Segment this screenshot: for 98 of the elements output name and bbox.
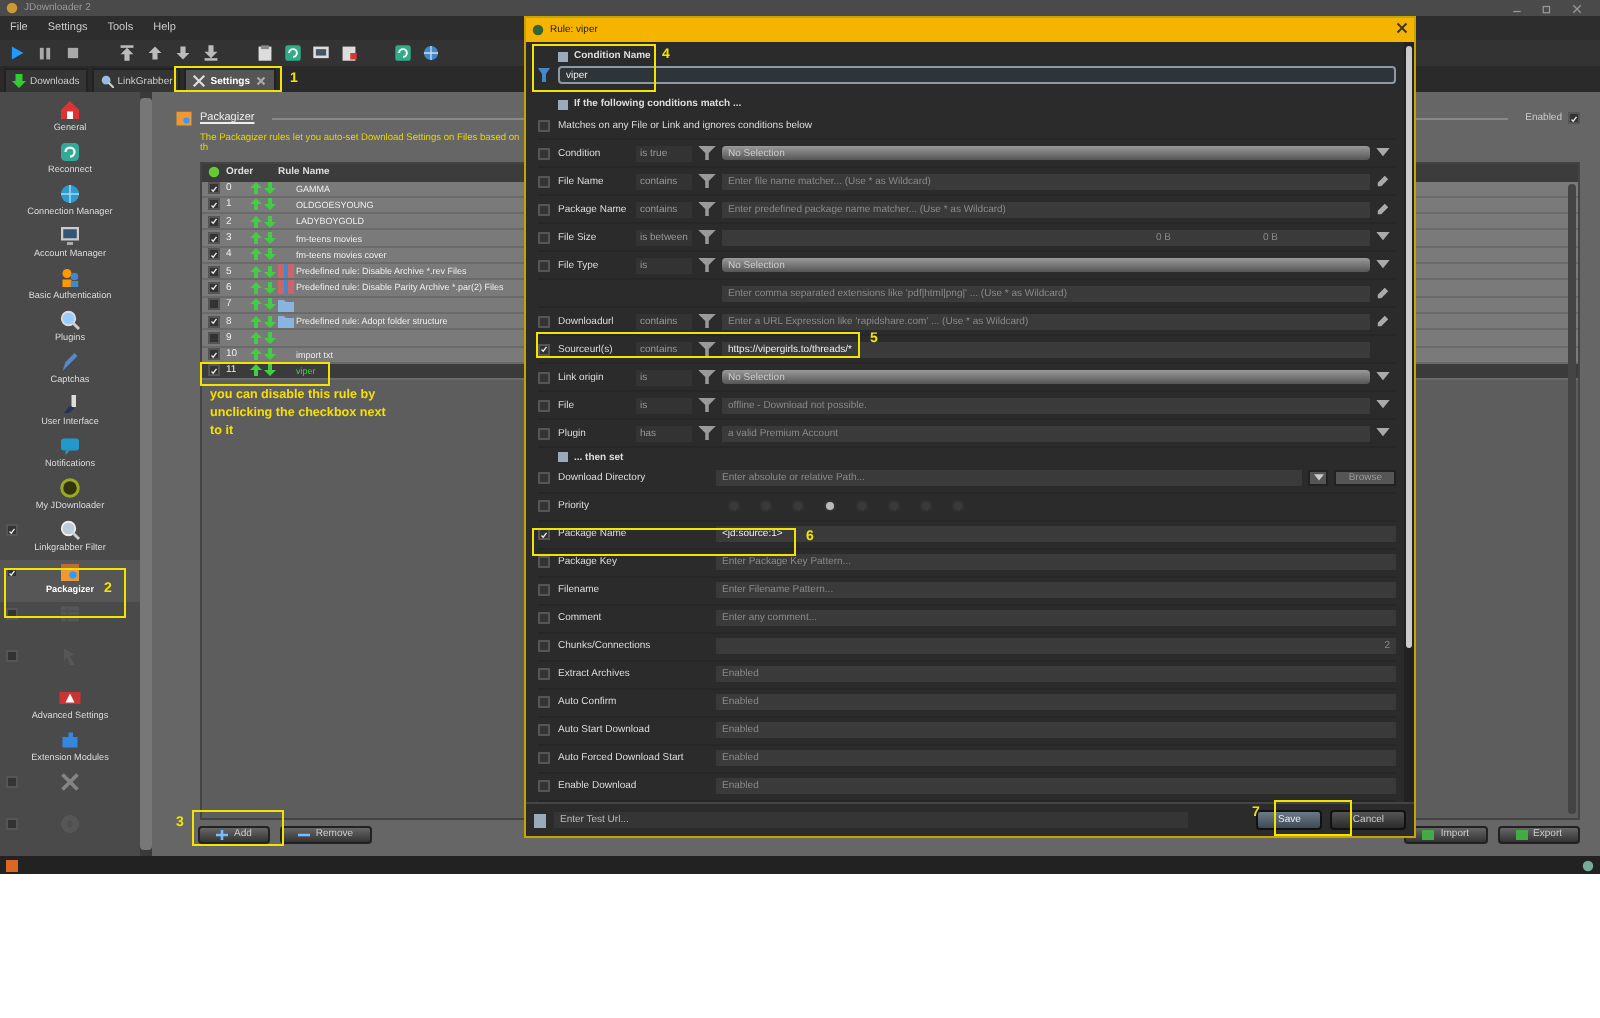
checkbox[interactable] — [538, 371, 550, 384]
filter-icon — [538, 68, 550, 83]
checkbox[interactable] — [208, 265, 220, 278]
move-bottom-icon[interactable] — [202, 44, 220, 62]
caret-icon[interactable] — [1376, 260, 1390, 271]
checkbox[interactable] — [208, 232, 220, 245]
download-icon — [12, 74, 26, 88]
status-icon[interactable] — [1582, 859, 1594, 871]
refresh-icon[interactable] — [58, 140, 82, 164]
checkbox[interactable] — [538, 724, 550, 737]
plus-icon — [216, 829, 228, 839]
checkbox[interactable] — [538, 696, 550, 709]
magnifier-icon[interactable] — [58, 308, 82, 332]
brush-icon[interactable] — [58, 392, 82, 416]
section-icon — [558, 51, 568, 62]
checkbox[interactable] — [208, 331, 220, 344]
app-icon[interactable] — [6, 859, 18, 871]
checkbox[interactable] — [538, 203, 550, 216]
checkbox[interactable] — [6, 650, 18, 662]
checkbox[interactable] — [538, 668, 550, 681]
caret-icon[interactable] — [1308, 470, 1329, 487]
close-icon[interactable] — [1396, 22, 1408, 38]
caret-icon[interactable] — [1376, 400, 1390, 411]
tools-icon — [192, 74, 207, 88]
puzzle-icon[interactable] — [58, 728, 82, 752]
highlight-frame — [1274, 800, 1352, 836]
checkbox[interactable] — [6, 776, 18, 788]
close-icon[interactable] — [1572, 3, 1582, 13]
checkbox[interactable] — [208, 198, 220, 211]
caret-icon[interactable] — [1376, 428, 1390, 439]
highlight-frame — [200, 362, 330, 386]
app-icon — [532, 24, 544, 36]
move-top-icon[interactable] — [118, 44, 136, 62]
highlight-frame — [4, 568, 126, 618]
highlight-frame — [532, 44, 656, 92]
checkbox[interactable] — [538, 119, 550, 132]
checkbox[interactable] — [538, 259, 550, 272]
checkbox[interactable] — [208, 364, 220, 377]
checkbox[interactable] — [538, 147, 550, 160]
minus-icon — [297, 829, 310, 839]
checkbox[interactable] — [538, 500, 550, 513]
monitor-icon[interactable] — [312, 44, 330, 62]
app-icon — [6, 2, 18, 14]
move-down-icon[interactable] — [174, 44, 192, 62]
checkbox[interactable] — [538, 315, 550, 328]
checkbox[interactable] — [538, 780, 550, 793]
priority-radio[interactable] — [824, 500, 836, 513]
section-icon — [558, 99, 568, 110]
clipboard-icon[interactable] — [256, 44, 274, 62]
checkbox[interactable] — [538, 584, 550, 597]
stop-icon[interactable] — [64, 44, 82, 62]
checkbox[interactable] — [538, 612, 550, 625]
clipboard-icon[interactable] — [340, 44, 358, 62]
checkbox[interactable] — [1568, 112, 1580, 124]
checkbox[interactable] — [208, 298, 220, 311]
badge-icon[interactable] — [58, 476, 82, 500]
warning-icon[interactable] — [58, 686, 82, 710]
tools-icon[interactable] — [58, 770, 82, 794]
magnifier-icon[interactable] — [58, 518, 82, 542]
magnifier-icon — [99, 74, 114, 88]
grid-icon[interactable] — [58, 602, 82, 626]
checkbox[interactable] — [208, 248, 220, 261]
pause-icon[interactable] — [36, 44, 54, 62]
play-icon[interactable] — [8, 44, 26, 62]
people-icon[interactable] — [58, 266, 82, 290]
maximize-icon[interactable] — [1542, 3, 1552, 13]
pen-icon[interactable] — [58, 350, 82, 374]
refresh-icon[interactable] — [284, 44, 302, 62]
highlight-frame — [192, 810, 284, 846]
checkbox[interactable] — [538, 427, 550, 440]
checkbox[interactable] — [538, 640, 550, 653]
checkbox[interactable] — [208, 281, 220, 294]
checkbox[interactable] — [208, 215, 220, 228]
checkbox[interactable] — [208, 315, 220, 328]
monitor-icon[interactable] — [58, 224, 82, 248]
checkbox[interactable] — [538, 556, 550, 569]
checkbox[interactable] — [208, 348, 220, 361]
checkbox[interactable] — [538, 231, 550, 244]
globe-icon[interactable] — [58, 182, 82, 206]
checkbox[interactable] — [6, 818, 18, 830]
close-icon[interactable] — [254, 74, 268, 88]
checkbox[interactable] — [6, 524, 18, 536]
caret-icon[interactable] — [1376, 372, 1390, 383]
refresh-icon[interactable] — [394, 44, 412, 62]
house-icon[interactable] — [58, 98, 82, 122]
calendar-icon — [174, 108, 194, 128]
checkbox[interactable] — [538, 399, 550, 412]
enabled-icon — [208, 166, 220, 179]
highlight-frame — [174, 66, 282, 92]
move-up-icon[interactable] — [146, 44, 164, 62]
chat-icon[interactable] — [58, 434, 82, 458]
checkbox[interactable] — [538, 752, 550, 765]
checkbox[interactable] — [208, 182, 220, 195]
globe-icon[interactable] — [422, 44, 440, 62]
checkbox[interactable] — [538, 343, 550, 356]
checkbox[interactable] — [538, 472, 550, 485]
checkbox[interactable] — [538, 175, 550, 188]
section-icon — [558, 452, 568, 463]
